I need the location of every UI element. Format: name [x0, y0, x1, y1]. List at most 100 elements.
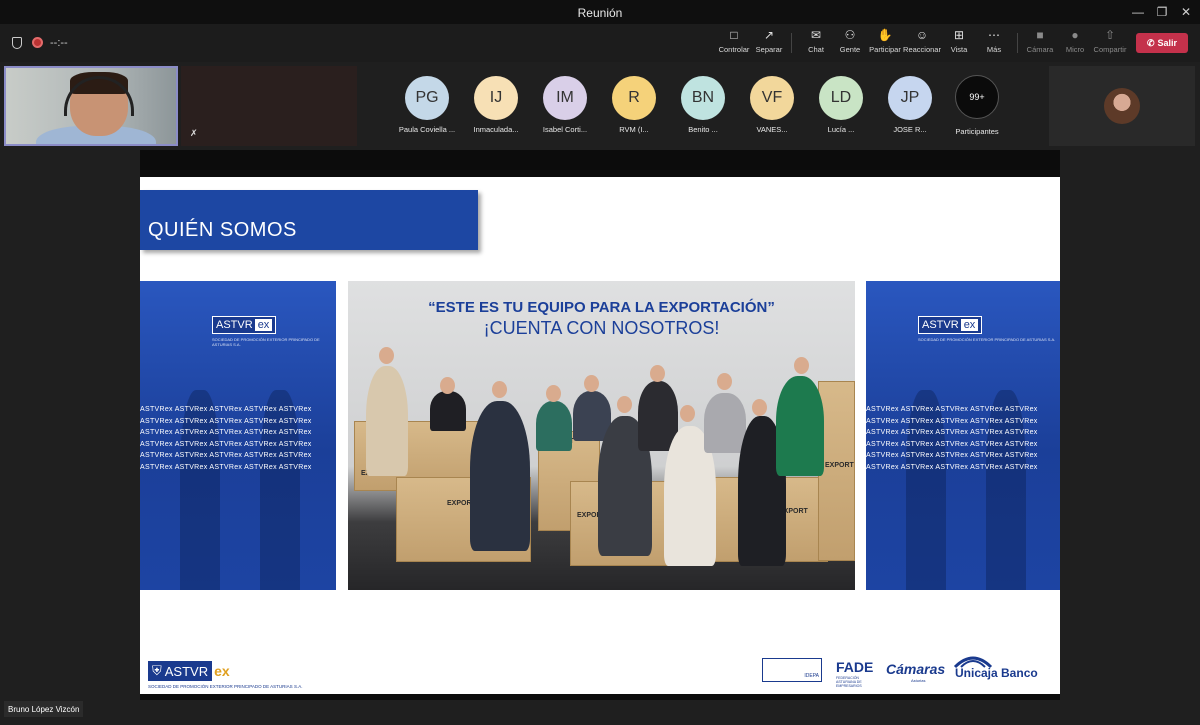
logo-band: ASTVRex ASTVRex ASTVRex ASTVRex ASTVRex …: [866, 406, 1060, 484]
shield-icon: ⛨: [152, 663, 162, 678]
chat-label: Chat: [808, 45, 824, 54]
people-button[interactable]: ⚇ Gente: [830, 28, 870, 58]
team-member: [776, 376, 824, 476]
astur-footer-logo: ⛨ ASTVR ex: [148, 661, 230, 681]
logo-subtitle: SOCIEDAD DE PROMOCIÓN EXTERIOR PRINCIPAD…: [212, 337, 320, 347]
avatar: JP: [888, 76, 932, 120]
presentation-slide: QUIÉN SOMOS ASTVR ex SOCIEDAD DE PROMOCI…: [140, 177, 1060, 694]
view-button[interactable]: ⊞ Vista: [939, 28, 979, 58]
participant-tile[interactable]: IM Isabel Corti...: [531, 76, 599, 138]
participants-count-badge[interactable]: 99+: [955, 75, 999, 119]
logo-main: ASTVR: [164, 663, 209, 679]
fade-subtitle: FEDERACIÓN ASTURIANA DE EMPRESARIOS: [836, 676, 862, 688]
logo-band-row: ASTVRex ASTVRex ASTVRex ASTVRex ASTVRex: [866, 417, 1038, 425]
logo-band: ASTVRex ASTVRex ASTVRex ASTVRex ASTVRex …: [140, 406, 336, 484]
team-member-face: [546, 385, 561, 402]
share-label: Compartir: [1093, 45, 1127, 54]
team-member-face: [492, 381, 507, 398]
window-title: Reunión: [577, 6, 623, 20]
people-icon: ⚇: [844, 28, 856, 42]
avatar: BN: [681, 76, 725, 120]
participant-tile[interactable]: VF VANES...: [738, 76, 806, 138]
participant-name: Benito ...: [688, 125, 718, 134]
avatar: LD: [819, 76, 863, 120]
team-member-face: [584, 375, 599, 392]
team-member: [704, 393, 746, 453]
popout-label: Separar: [755, 45, 783, 54]
fade-logo: FADE: [836, 659, 874, 675]
react-button[interactable]: ☺ Reaccionar: [902, 28, 942, 58]
more-button[interactable]: ⋯ Más: [974, 28, 1014, 58]
logo-band-row: ASTVRex ASTVRex ASTVRex ASTVRex ASTVRex: [140, 452, 312, 459]
camaras-logo: Cámaras: [886, 661, 946, 677]
photo-quote-line1: “ESTE ES TU EQUIPO PARA LA EXPORTACIÓN”: [428, 299, 775, 316]
phone-hangup-icon: ✆: [1146, 37, 1155, 48]
control-button[interactable]: □ Controlar: [714, 28, 754, 58]
avatar: R: [612, 76, 656, 120]
team-member-face: [379, 347, 394, 364]
popout-icon: ↗: [763, 28, 775, 42]
logo-band-row: ASTVRex ASTVRex ASTVRex ASTVRex ASTVRex: [140, 463, 312, 471]
participant-tile[interactable]: BN Benito ...: [669, 76, 737, 138]
logo-ex: ex: [960, 319, 979, 331]
astur-footer-logo-box: ⛨ ASTVR: [148, 661, 213, 681]
view-icon: ⊞: [953, 28, 965, 42]
video-tile-right[interactable]: [1049, 66, 1195, 146]
avatar: IM: [543, 76, 587, 120]
presenter-name-tag: Bruno López Vizcón: [4, 701, 84, 717]
team-member-face: [752, 399, 767, 416]
raise-hand-button[interactable]: ✋ Participar: [865, 28, 905, 58]
toolbar-divider: [1017, 33, 1018, 53]
popout-button[interactable]: ↗ Separar: [749, 28, 789, 58]
logo-band-row: ASTVRex ASTVRex ASTVRex ASTVRex ASTVRex: [140, 417, 312, 425]
more-label: Más: [986, 45, 1002, 54]
logo-main: ASTVR: [922, 319, 959, 331]
mic-off-icon: ✗: [190, 128, 198, 138]
unicaja-logo: Unicaja Banco: [953, 653, 1055, 687]
video-tile-self[interactable]: [4, 66, 178, 146]
react-label: Reaccionar: [903, 45, 941, 54]
avatar: [1104, 88, 1140, 124]
share-button[interactable]: ⇧ Compartir: [1090, 28, 1130, 58]
logo-band-row: ASTVRex ASTVRex ASTVRex ASTVRex ASTVRex: [140, 406, 312, 413]
astur-logo: ASTVR ex: [918, 316, 983, 334]
view-label: Vista: [950, 45, 968, 54]
logo-subtitle: SOCIEDAD DE PROMOCIÓN EXTERIOR PRINCIPAD…: [918, 337, 1056, 342]
team-photo: “ESTE ES TU EQUIPO PARA LA EXPORTACIÓN” …: [348, 281, 855, 590]
participant-tile[interactable]: IJ Inmaculada...: [462, 76, 530, 138]
photo-quote-line2: ¡CUENTA CON NOSOTROS!: [483, 318, 720, 338]
people-label: Gente: [839, 45, 861, 54]
camera-label: Cámara: [1026, 45, 1054, 54]
participant-name: Lucía ...: [827, 125, 855, 134]
idepa-logo: IDEPA: [762, 658, 822, 682]
recording-icon: [32, 37, 43, 48]
slide-title-box: QUIÉN SOMOS: [140, 190, 478, 250]
avatar: VF: [750, 76, 794, 120]
close-icon[interactable]: ✕: [1170, 0, 1200, 24]
participant-tile[interactable]: LD Lucía ...: [807, 76, 875, 138]
participant-tile[interactable]: PG Paula Coviella ...: [393, 76, 461, 138]
avatar: PG: [405, 76, 449, 120]
video-tile-dark[interactable]: [181, 66, 357, 146]
camaras-subtitle: Asturias: [911, 678, 926, 683]
left-branding-panel: ASTVR ex SOCIEDAD DE PROMOCIÓN EXTERIOR …: [140, 281, 336, 590]
participant-name: VANES...: [756, 125, 788, 134]
leave-button[interactable]: ✆ Salir: [1136, 33, 1188, 53]
camera-button[interactable]: ■ Cámara: [1020, 28, 1060, 58]
team-member: [430, 391, 466, 431]
toolbar-divider: [791, 33, 792, 53]
crate-label: EXPORT: [825, 462, 854, 469]
meeting-toolbar: --:-- □ Controlar ↗ Separar ✉ Chat ⚇ Gen…: [0, 24, 1200, 62]
participant-name: Paula Coviella ...: [398, 125, 456, 134]
mic-label: Micro: [1065, 45, 1085, 54]
logo-band-row: ASTVRex ASTVRex ASTVRex ASTVRex ASTVRex: [866, 463, 1038, 471]
participant-tile[interactable]: JP JOSE R...: [876, 76, 944, 138]
participant-name: JOSE R...: [893, 125, 927, 134]
react-icon: ☺: [915, 28, 929, 42]
more-icon: ⋯: [988, 28, 1000, 42]
mic-button[interactable]: ● Micro: [1055, 28, 1095, 58]
participant-name: Isabel Corti...: [542, 125, 588, 134]
camera-off-icon: ■: [1036, 28, 1044, 42]
participant-tile[interactable]: R RVM (I...: [600, 76, 668, 138]
idepa-label: IDEPA: [804, 673, 819, 679]
